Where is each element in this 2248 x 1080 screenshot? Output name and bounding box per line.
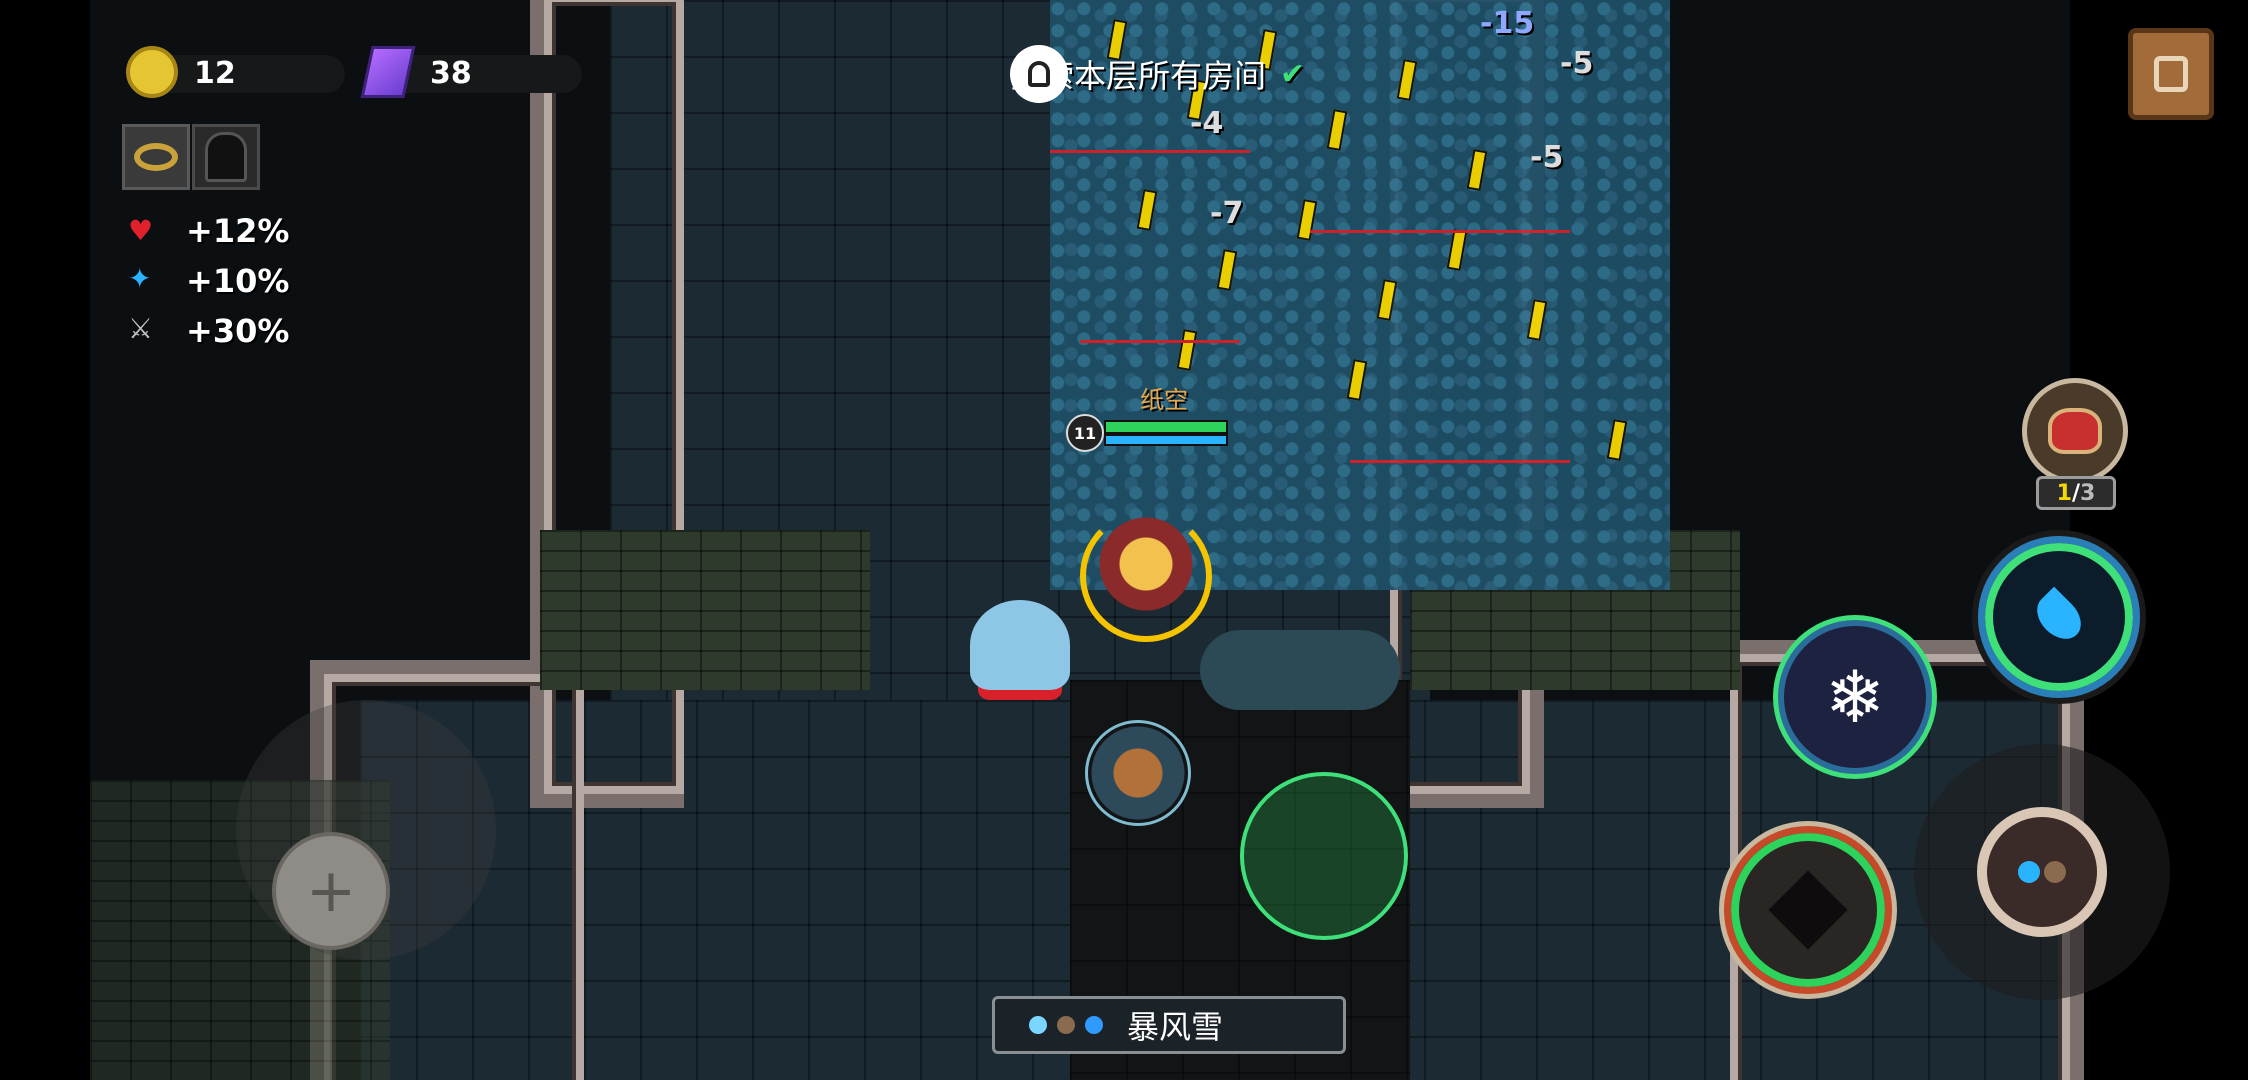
golden-ring-icon[interactable] [122, 124, 190, 190]
player-energy-bar [1104, 434, 1228, 446]
projectile [1296, 199, 1318, 241]
pouch-count: 1/3 [2036, 476, 2116, 510]
hp-buff-label: +12% [186, 212, 290, 250]
dark-hood-icon[interactable] [192, 124, 260, 190]
ghost-pet [970, 600, 1070, 690]
damage-number: -5 [1560, 46, 1594, 81]
elemental-orb-skill-icon [1977, 807, 2107, 937]
player-name-tag: 纸空 [1140, 386, 1188, 414]
water-drop-skill-icon [2028, 586, 2090, 648]
dark-crystal-skill-button[interactable] [1724, 826, 1892, 994]
energy-star-icon: ✦ [128, 262, 152, 295]
ring-shape [134, 143, 178, 171]
projectile [1216, 249, 1238, 291]
attack-buff-label: +30% [186, 312, 290, 350]
dark-rat-enemy [1200, 630, 1400, 710]
projectile [1136, 189, 1158, 231]
projectile [1346, 359, 1368, 401]
gold-coin-icon [126, 46, 178, 98]
shield-bubble-ally [1240, 772, 1408, 940]
pouch-count-sep: / [2071, 480, 2081, 506]
damage-number: -5 [1530, 140, 1564, 175]
hood-shape [205, 132, 247, 182]
projectile [1396, 59, 1418, 101]
projectile [1326, 109, 1348, 151]
projectile [1526, 299, 1548, 341]
projectile [1446, 229, 1468, 271]
gem-count: 38 [430, 56, 472, 91]
game-screen: -15 -5 -4 -5 -7 纸空 11 12 38 ♥ +12% ✦ +10… [0, 0, 2248, 1080]
health-pouch-icon [2048, 408, 2102, 454]
door-shape [2154, 56, 2188, 92]
dark-crystal-skill-icon [1768, 870, 1848, 950]
brick-wall-left [540, 530, 870, 690]
laser-beam [1350, 460, 1570, 463]
orb-blue [2018, 861, 2040, 883]
dpad-icon[interactable]: + [272, 832, 390, 950]
weapon-element-dot-2 [1057, 1016, 1075, 1034]
player-level-text: 11 [1073, 423, 1097, 443]
damage-number: -7 [1210, 196, 1244, 231]
projectile [1466, 149, 1488, 191]
laser-beam [1310, 230, 1570, 233]
quest-banner: 探索本层所有房间 ✔ [1010, 44, 1305, 104]
player-level-badge: 11 [1066, 414, 1104, 452]
weapon-name: 暴风雪 [1127, 1008, 1224, 1046]
snowflake-skill-icon: ❄ [1824, 655, 1886, 739]
quest-bell-icon [1010, 45, 1068, 103]
elemental-orb-skill-button[interactable] [1914, 744, 2170, 1000]
projectile [1376, 279, 1398, 321]
player-character [1080, 510, 1212, 642]
player-hp-bar [1104, 420, 1228, 434]
weapon-element-dot-3 [1085, 1016, 1103, 1034]
exit-door-icon[interactable] [2128, 28, 2214, 120]
projectile [1176, 329, 1198, 371]
weapon-element-dot-1 [1029, 1016, 1047, 1034]
laser-beam [1080, 340, 1240, 343]
energy-buff-label: +10% [186, 262, 290, 300]
water-drop-skill-button[interactable] [1978, 536, 2140, 698]
bell-shape [1028, 61, 1050, 87]
checkmark-icon: ✔ [1280, 56, 1306, 92]
heart-icon: ♥ [128, 214, 154, 247]
weapon-name-pill[interactable]: 暴风雪 [992, 996, 1346, 1054]
damage-number: -4 [1190, 106, 1224, 141]
pouch-count-current: 1 [2056, 480, 2072, 506]
snowflake-skill-button[interactable]: ❄ [1778, 620, 1932, 774]
orb-brown [2044, 861, 2066, 883]
pouch-count-total: 3 [2080, 480, 2096, 506]
diver-ally [1085, 720, 1191, 826]
sword-icon: ⚔ [128, 312, 154, 345]
damage-number: -15 [1480, 6, 1535, 41]
laser-beam [1050, 150, 1250, 153]
health-pouch-button[interactable] [2022, 378, 2128, 484]
gold-count: 12 [194, 56, 236, 91]
projectile [1606, 419, 1628, 461]
